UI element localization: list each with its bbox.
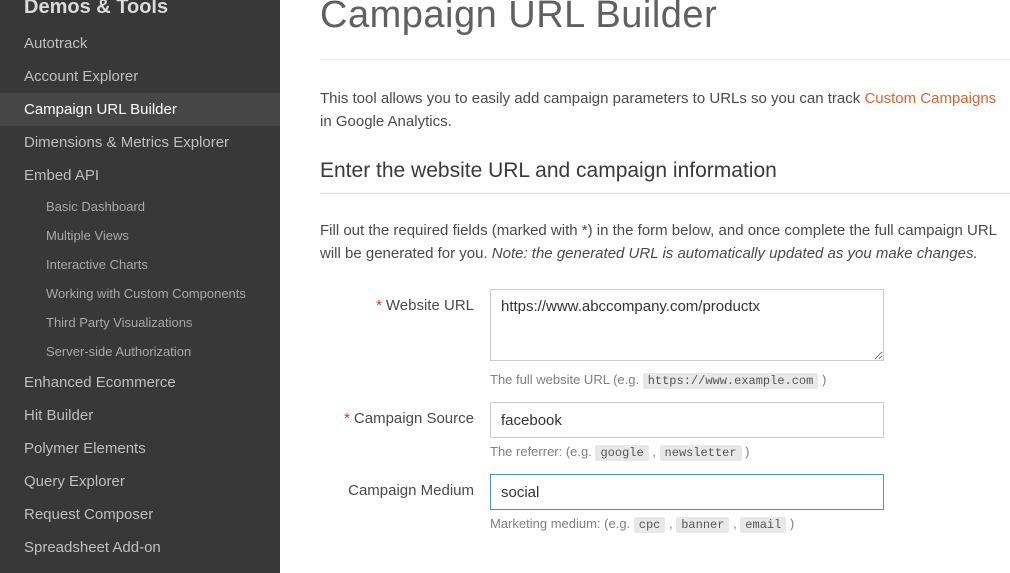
sidebar-item-embed-api[interactable]: Embed API [0, 159, 280, 192]
campaign-source-input[interactable] [490, 402, 884, 438]
form-row-website-url: *Website URL The full website URL (e.g. … [320, 289, 1010, 388]
sidebar-item-hit-builder[interactable]: Hit Builder [0, 399, 280, 432]
campaign-source-help: The referrer: (e.g. google , newsletter … [490, 444, 884, 460]
campaign-medium-help: Marketing medium: (e.g. cpc , banner , e… [490, 516, 884, 532]
sidebar-title: Demos & Tools [0, 0, 280, 27]
sidebar-item-dimensions-metrics-explorer[interactable]: Dimensions & Metrics Explorer [0, 126, 280, 159]
section-title: Enter the website URL and campaign infor… [320, 159, 1010, 194]
page-title: Campaign URL Builder [320, 0, 1010, 37]
campaign-source-field-wrap: The referrer: (e.g. google , newsletter … [490, 402, 884, 460]
form-row-campaign-medium: Campaign Medium Marketing medium: (e.g. … [320, 474, 1010, 532]
sidebar-subitem-custom-components[interactable]: Working with Custom Components [0, 279, 280, 308]
help-code: google [595, 445, 648, 461]
sidebar-item-enhanced-ecommerce[interactable]: Enhanced Ecommerce [0, 366, 280, 399]
sidebar-item-autotrack[interactable]: Autotrack [0, 27, 280, 60]
website-url-label: *Website URL [320, 289, 490, 388]
sidebar-item-request-composer[interactable]: Request Composer [0, 498, 280, 531]
intro-suffix: in Google Analytics. [320, 113, 452, 130]
sidebar: Demos & Tools Autotrack Account Explorer… [0, 0, 280, 573]
sidebar-item-spreadsheet-addon[interactable]: Spreadsheet Add-on [0, 531, 280, 564]
content-area: This tool allows you to easily add campa… [320, 59, 1010, 532]
help-code: banner [676, 517, 729, 533]
website-url-help: The full website URL (e.g. https://www.e… [490, 372, 884, 388]
help-code: email [740, 517, 786, 533]
main-content: Campaign URL Builder This tool allows yo… [280, 0, 1010, 573]
campaign-source-label: *Campaign Source [320, 402, 490, 460]
sidebar-item-query-explorer[interactable]: Query Explorer [0, 465, 280, 498]
custom-campaigns-link[interactable]: Custom Campaigns [864, 90, 996, 107]
campaign-medium-field-wrap: Marketing medium: (e.g. cpc , banner , e… [490, 474, 884, 532]
section-description: Fill out the required fields (marked wit… [320, 220, 1010, 265]
sidebar-item-campaign-url-builder[interactable]: Campaign URL Builder [0, 93, 280, 126]
website-url-field-wrap: The full website URL (e.g. https://www.e… [490, 289, 884, 388]
sidebar-item-account-explorer[interactable]: Account Explorer [0, 60, 280, 93]
sidebar-subitem-server-side-auth[interactable]: Server-side Authorization [0, 337, 280, 366]
help-code: cpc [634, 517, 666, 533]
sidebar-item-polymer-elements[interactable]: Polymer Elements [0, 432, 280, 465]
help-code: https://www.example.com [643, 373, 819, 389]
sidebar-subitem-basic-dashboard[interactable]: Basic Dashboard [0, 192, 280, 221]
campaign-medium-input[interactable] [490, 474, 884, 510]
campaign-medium-label: Campaign Medium [320, 474, 490, 532]
section-desc-note: Note: the generated URL is automatically… [492, 245, 978, 262]
help-code: newsletter [660, 445, 742, 461]
form-row-campaign-source: *Campaign Source The referrer: (e.g. goo… [320, 402, 1010, 460]
required-asterisk: * [376, 297, 382, 314]
sidebar-subitem-third-party-viz[interactable]: Third Party Visualizations [0, 308, 280, 337]
required-asterisk: * [344, 410, 350, 427]
website-url-input[interactable] [490, 289, 884, 361]
intro-prefix: This tool allows you to easily add campa… [320, 90, 864, 107]
sidebar-subitem-interactive-charts[interactable]: Interactive Charts [0, 250, 280, 279]
intro-text: This tool allows you to easily add campa… [320, 88, 1010, 133]
sidebar-subitem-multiple-views[interactable]: Multiple Views [0, 221, 280, 250]
